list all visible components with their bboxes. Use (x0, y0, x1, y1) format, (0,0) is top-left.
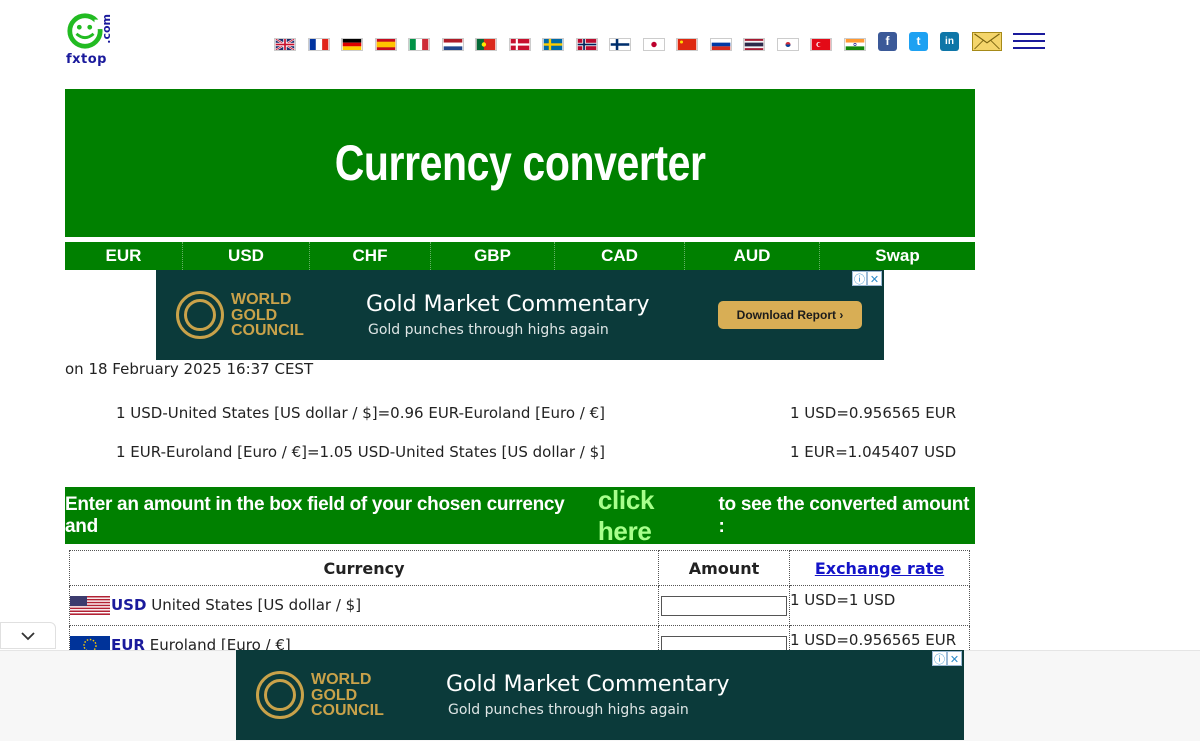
top-ad-controls: ⓘ ✕ (852, 271, 882, 286)
tab-aud[interactable]: AUD (685, 242, 820, 270)
currency-code: USD (111, 596, 147, 614)
flag-portugal-icon[interactable] (475, 37, 497, 51)
exchange-rate-link[interactable]: Exchange rate (815, 559, 944, 578)
ad-brand-line1: WORLD (231, 291, 292, 308)
chevron-down-icon (21, 631, 35, 640)
flag-russia-icon[interactable] (709, 37, 732, 51)
title-banner: Currency converter (65, 89, 975, 237)
instruction-banner: Enter an amount in the box field of your… (65, 485, 975, 547)
ad-brand: WORLD GOLD COUNCIL (311, 672, 384, 719)
rate-cell: 1 USD=1 USD (789, 585, 970, 626)
language-flags (274, 34, 877, 54)
linkedin-icon[interactable]: in (940, 32, 959, 51)
logo-text: fxtop (66, 52, 107, 67)
ad-close-icon[interactable]: ✕ (947, 651, 962, 666)
tab-usd[interactable]: USD (183, 242, 310, 270)
currency-tabs: EUR USD CHF GBP CAD AUD Swap (65, 242, 975, 270)
page-title: Currency converter (334, 135, 706, 191)
tab-swap[interactable]: Swap (820, 242, 975, 270)
ad-info-icon[interactable]: ⓘ (932, 651, 947, 666)
flag-japan-icon[interactable] (642, 37, 665, 51)
ad-headline: Gold Market Commentary (446, 672, 730, 697)
ad-close-icon[interactable]: ✕ (867, 271, 882, 286)
bottom-ad-controls: ⓘ ✕ (932, 651, 962, 666)
collapse-ad-button[interactable] (0, 622, 56, 649)
flag-spain-icon[interactable] (374, 37, 397, 51)
flag-us-icon (70, 596, 110, 615)
click-here-link[interactable]: click here (598, 485, 713, 547)
flag-germany-icon[interactable] (341, 37, 363, 51)
flag-uk-icon[interactable] (274, 37, 296, 51)
ad-headline: Gold Market Commentary (366, 292, 650, 317)
ad-download-button[interactable]: Download Report › (718, 301, 862, 329)
ad-brand-line2: GOLD (311, 686, 358, 704)
tab-gbp[interactable]: GBP (431, 242, 555, 270)
logo-suffix: .com (100, 14, 113, 44)
ad-brand-line1: WORLD (311, 671, 372, 688)
flag-thailand-icon[interactable] (743, 37, 765, 51)
flag-france-icon[interactable] (307, 37, 330, 51)
flag-india-icon[interactable] (843, 37, 866, 51)
amount-cell (658, 585, 790, 626)
twitter-icon[interactable]: t (909, 32, 928, 51)
header-currency: Currency (69, 550, 659, 586)
rate-date: on 18 February 2025 16:37 CEST (65, 360, 314, 378)
instruction-before: Enter an amount in the box field of your… (65, 493, 565, 537)
menu-icon[interactable] (1013, 33, 1045, 51)
table-header: Currency Amount Exchange rate (69, 550, 970, 586)
rate-line-usd-eur: 1 USD-United States [US dollar / $]=0.96… (116, 404, 606, 422)
converter-table: Currency Amount Exchange rate USD United… (69, 550, 970, 666)
mail-icon[interactable] (972, 32, 1002, 51)
currency-name: United States [US dollar / $] (151, 596, 362, 614)
ad-subline: Gold punches through highs again (448, 702, 689, 718)
tab-chf[interactable]: CHF (310, 242, 431, 270)
rate-value-eur-usd: 1 EUR=1.045407 USD (790, 443, 957, 461)
flag-italy-icon[interactable] (408, 37, 430, 51)
bottom-ad[interactable]: WORLD GOLD COUNCIL Gold Market Commentar… (236, 650, 964, 740)
tab-cad[interactable]: CAD (555, 242, 685, 270)
flag-norway-icon[interactable] (575, 37, 598, 51)
wgc-ring-inner (184, 299, 216, 331)
amount-input-usd[interactable] (661, 595, 787, 616)
flag-denmark-icon[interactable] (508, 37, 531, 51)
ad-info-icon[interactable]: ⓘ (852, 271, 867, 286)
table-row: USD United States [US dollar / $] 1 USD=… (69, 585, 970, 626)
instruction-after: to see the converted amount : (718, 493, 970, 537)
ad-brand-line3: COUNCIL (311, 702, 384, 719)
flag-korea-icon[interactable] (776, 37, 799, 51)
ad-subline: Gold punches through highs again (368, 322, 609, 338)
flag-netherlands-icon[interactable] (441, 37, 464, 51)
currency-cell: USD United States [US dollar / $] (69, 585, 659, 626)
header-amount: Amount (658, 550, 790, 586)
rate-value-usd-eur: 1 USD=0.956565 EUR (790, 404, 957, 422)
smiley-logo-icon (67, 13, 104, 49)
flag-turkey-icon[interactable] (810, 37, 832, 51)
flag-china-icon[interactable] (676, 37, 698, 51)
top-ad[interactable]: WORLD GOLD COUNCIL Gold Market Commentar… (156, 270, 884, 360)
flag-finland-icon[interactable] (609, 37, 631, 51)
ad-brand-line2: GOLD (231, 306, 278, 324)
header-exchange-rate: Exchange rate (789, 550, 970, 586)
wgc-ring-inner (264, 679, 296, 711)
tab-eur[interactable]: EUR (65, 242, 183, 270)
fxtop-logo[interactable]: .com fxtop (64, 12, 120, 70)
ad-brand: WORLD GOLD COUNCIL (231, 292, 304, 339)
flag-sweden-icon[interactable] (542, 37, 564, 51)
rate-line-eur-usd: 1 EUR-Euroland [Euro / €]=1.05 USD-Unite… (116, 443, 606, 461)
facebook-icon[interactable]: f (878, 32, 897, 51)
ad-brand-line3: COUNCIL (231, 322, 304, 339)
